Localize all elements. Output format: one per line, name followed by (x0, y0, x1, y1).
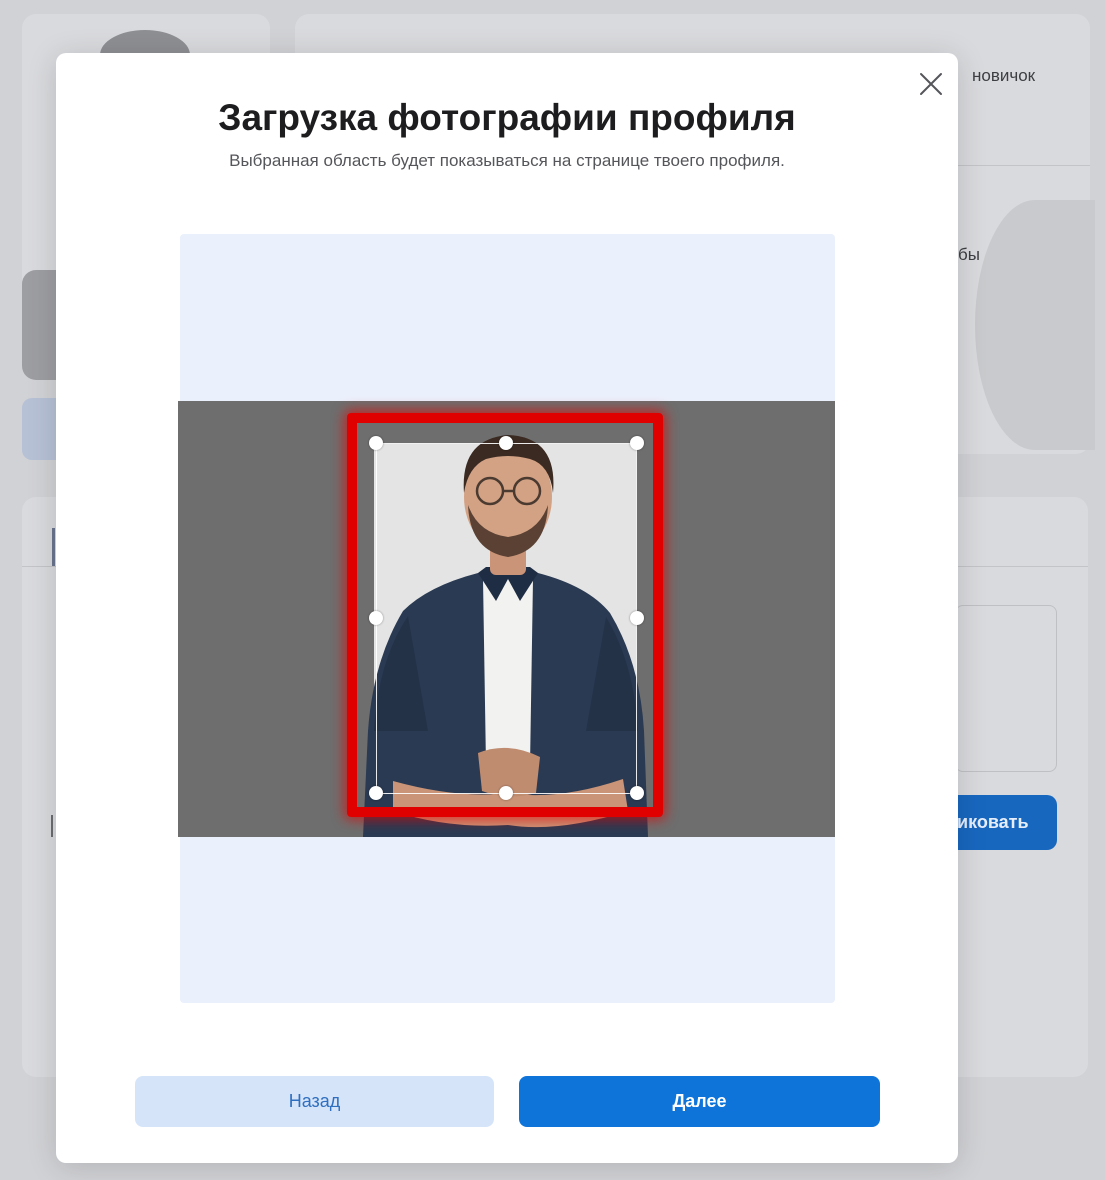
posts-active-tab-indicator (52, 528, 55, 566)
rank-label: новичок (972, 66, 1036, 85)
back-button[interactable]: Назад (135, 1076, 494, 1127)
crop-handle-left[interactable] (369, 611, 383, 625)
profile-snippet-text: бы (958, 245, 980, 264)
crop-handle-right[interactable] (630, 611, 644, 625)
header-decoration (975, 200, 1095, 450)
crop-handle-bottom[interactable] (499, 786, 513, 800)
close-icon (920, 73, 942, 95)
post-textarea (955, 605, 1057, 772)
modal-subtitle: Выбранная область будет показываться на … (229, 151, 785, 170)
modal-title: Загрузка фотографии профиля (218, 97, 796, 138)
crop-handle-bottom-right[interactable] (630, 786, 644, 800)
crop-handle-top-left[interactable] (369, 436, 383, 450)
next-button[interactable]: Далее (519, 1076, 880, 1127)
posts-marker (51, 815, 53, 837)
publish-button: иковать (945, 795, 1057, 850)
crop-selection[interactable] (376, 443, 637, 794)
header-divider (955, 165, 1090, 166)
crop-handle-bottom-left[interactable] (369, 786, 383, 800)
crop-handle-top[interactable] (499, 436, 513, 450)
crop-handle-top-right[interactable] (630, 436, 644, 450)
upload-photo-modal: Загрузка фотографии профиля Выбранная об… (56, 53, 958, 1163)
close-button[interactable] (916, 69, 946, 99)
